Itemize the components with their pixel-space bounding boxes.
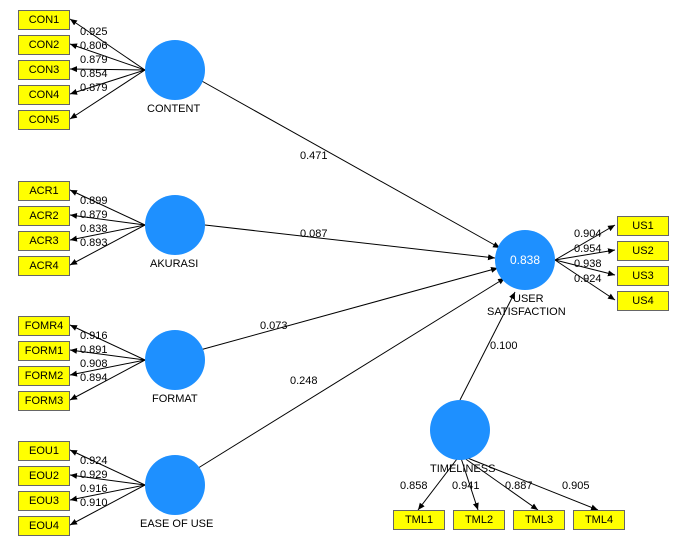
indicator-con2: CON2 [18, 35, 70, 55]
loading-form2: 0.908 [80, 358, 108, 370]
latent-content-label: CONTENT [147, 103, 200, 115]
indicator-con1: CON1 [18, 10, 70, 30]
loading-us2: 0.954 [574, 243, 602, 255]
latent-akurasi-label: AKURASI [150, 258, 198, 270]
latent-ease [145, 455, 205, 515]
loading-fomr4: 0.916 [80, 330, 108, 342]
indicator-con5: CON5 [18, 110, 70, 130]
indicator-acr4: ACR4 [18, 256, 70, 276]
loading-con1: 0.925 [80, 26, 108, 38]
latent-akurasi [145, 195, 205, 255]
path-content: 0.471 [300, 150, 328, 162]
indicator-us4: US4 [617, 291, 669, 311]
indicator-tml2: TML2 [453, 510, 505, 530]
loading-acr1: 0.899 [80, 195, 108, 207]
loading-tml4: 0.905 [562, 480, 590, 492]
loading-tml3: 0.887 [505, 480, 533, 492]
latent-format [145, 330, 205, 390]
indicator-acr1: ACR1 [18, 181, 70, 201]
path-format: 0.073 [260, 320, 288, 332]
latent-format-label: FORMAT [152, 393, 198, 405]
indicator-form1: FORM1 [18, 341, 70, 361]
indicator-form3: FORM3 [18, 391, 70, 411]
indicator-eou1: EOU1 [18, 441, 70, 461]
loading-eou1: 0.924 [80, 455, 108, 467]
latent-timeliness-label: TIMELINESS [430, 463, 495, 475]
loading-eou4: 0.910 [80, 497, 108, 509]
loading-con2: 0.806 [80, 40, 108, 52]
loading-acr4: 0.893 [80, 237, 108, 249]
loading-tml2: 0.941 [452, 480, 480, 492]
loading-eou2: 0.929 [80, 469, 108, 481]
latent-usersat-label2: SATISFACTION [487, 306, 566, 318]
indicator-tml3: TML3 [513, 510, 565, 530]
loading-con3: 0.879 [80, 54, 108, 66]
indicator-us1: US1 [617, 216, 669, 236]
latent-ease-label: EASE OF USE [140, 518, 213, 530]
loading-tml1: 0.858 [400, 480, 428, 492]
indicator-con4: CON4 [18, 85, 70, 105]
loading-us3: 0.938 [574, 258, 602, 270]
loading-form1: 0.891 [80, 344, 108, 356]
path-time: 0.100 [490, 340, 518, 352]
path-ease: 0.248 [290, 375, 318, 387]
latent-usersat-label1: USER [513, 293, 544, 305]
loading-form3: 0.894 [80, 372, 108, 384]
loading-us4: 0.924 [574, 273, 602, 285]
indicator-form2: FORM2 [18, 366, 70, 386]
loading-acr2: 0.879 [80, 209, 108, 221]
indicator-us3: US3 [617, 266, 669, 286]
indicator-acr2: ACR2 [18, 206, 70, 226]
loading-con4: 0.854 [80, 68, 108, 80]
latent-usersat: 0.838 [495, 230, 555, 290]
r2-value: 0.838 [510, 253, 540, 267]
indicator-eou2: EOU2 [18, 466, 70, 486]
loading-eou3: 0.916 [80, 483, 108, 495]
indicator-fomr4: FOMR4 [18, 316, 70, 336]
path-akurasi: 0.087 [300, 228, 328, 240]
indicator-eou3: EOU3 [18, 491, 70, 511]
indicator-eou4: EOU4 [18, 516, 70, 536]
latent-content [145, 40, 205, 100]
loading-acr3: 0.838 [80, 223, 108, 235]
latent-timeliness [430, 400, 490, 460]
indicator-con3: CON3 [18, 60, 70, 80]
indicator-acr3: ACR3 [18, 231, 70, 251]
loading-us1: 0.904 [574, 228, 602, 240]
indicator-tml1: TML1 [393, 510, 445, 530]
indicator-us2: US2 [617, 241, 669, 261]
indicator-tml4: TML4 [573, 510, 625, 530]
loading-con5: 0.879 [80, 82, 108, 94]
